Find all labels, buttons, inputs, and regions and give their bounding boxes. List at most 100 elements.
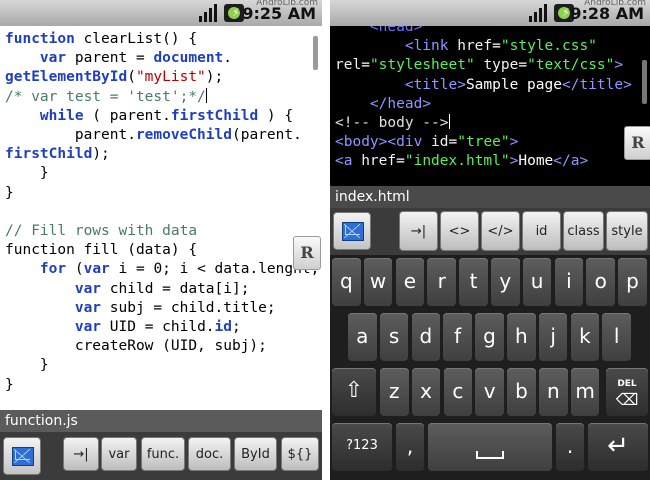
code-line: var child = data[i]; [74, 280, 250, 297]
code-editor[interactable]: function clearList() { var parent = docu… [5, 30, 320, 395]
status-bar: ⚡ AndroLib.com 9:28 AM [330, 0, 650, 26]
key-u[interactable]: u [522, 258, 552, 306]
key-h[interactable]: h [507, 313, 536, 361]
code-line: <body><div id="tree"> [335, 134, 519, 151]
code-line: while ( parent.firstChild ) { [39, 107, 294, 124]
key-s[interactable]: s [379, 313, 409, 361]
toolbar-tab-button[interactable]: →| [63, 437, 99, 471]
code-line: <!-- body --> [335, 114, 450, 132]
delete-key[interactable]: DEL ⌫ [606, 368, 648, 416]
left-screen: ⚡ AndroLib.com 9:25 AM function clearLis… [0, 0, 322, 480]
scrollbar[interactable] [642, 60, 647, 104]
mail-button[interactable] [3, 437, 41, 475]
key-e[interactable]: e [395, 258, 425, 306]
key-d[interactable]: d [411, 313, 441, 361]
enter-key[interactable]: ↵ [588, 423, 648, 471]
text-caret [448, 114, 450, 130]
key-t[interactable]: t [459, 258, 488, 306]
toolbar-id-button[interactable]: id [522, 211, 561, 251]
toolbar-tag-button[interactable]: <> [440, 211, 479, 251]
snippet-toolbar: →| <> </> id class style [330, 208, 650, 255]
key-a[interactable]: a [348, 313, 377, 361]
clock: 9:25 AM [242, 4, 316, 23]
code-line: <a href="index.html">Home</a> [335, 153, 589, 170]
toolbar-template-button[interactable]: ${} [281, 437, 319, 471]
envelope-icon [12, 447, 34, 466]
code-line: for (var i = 0; i < data.lenght; i++) { [39, 261, 320, 278]
code-line: rel="stylesheet" type="text/css"> [335, 57, 624, 74]
code-line: /* var test = 'test';*/ [5, 87, 207, 105]
code-line: createRow (UID, subj); [5, 338, 267, 355]
code-line: // Fill rows with data [5, 223, 198, 240]
r-button[interactable]: R [624, 126, 650, 160]
clock: 9:28 AM [570, 4, 644, 23]
code-line: <title>Sample page</title> [335, 76, 632, 93]
toolbar-var-button[interactable]: var [101, 437, 137, 471]
filename-bar: index.html [330, 186, 650, 208]
key-b[interactable]: b [507, 368, 536, 416]
symbols-key[interactable]: ?123 [332, 423, 392, 471]
toolbar-byid-button[interactable]: ById [234, 437, 277, 471]
filename-bar: function.js [0, 410, 322, 432]
shift-key[interactable]: ⇧ [332, 368, 376, 416]
space-key[interactable] [428, 423, 552, 471]
envelope-icon [342, 222, 364, 241]
key-c[interactable]: c [443, 368, 473, 416]
key-v[interactable]: v [475, 368, 504, 416]
code-line: <head> [335, 26, 423, 35]
code-line: function clearList() { [5, 31, 198, 47]
code-line: } [5, 376, 14, 393]
key-m[interactable]: m [570, 368, 600, 416]
code-line: var subj = child.title; [74, 299, 276, 316]
key-z[interactable]: z [380, 368, 409, 416]
backspace-icon: ⌫ [615, 390, 639, 409]
key-n[interactable]: n [539, 368, 568, 416]
key-o[interactable]: o [586, 258, 615, 306]
soft-keyboard: ?123 , . ↵ ⇧ DEL ⌫ qwertyuiop asdfghjkl zxc… [330, 255, 650, 480]
snippet-toolbar: →| var func. doc. ById ${} [0, 432, 322, 480]
status-bar: ⚡ AndroLib.com 9:25 AM [0, 0, 322, 26]
signal-icon [528, 4, 548, 22]
code-line: </head> [335, 95, 432, 112]
code-line: var parent = document. [39, 50, 233, 67]
key-i[interactable]: i [554, 258, 584, 306]
key-p[interactable]: p [618, 258, 647, 306]
key-k[interactable]: k [570, 313, 600, 361]
text-caret [205, 87, 207, 103]
code-line: var UID = child.id; [74, 319, 241, 336]
toolbar-func-button[interactable]: func. [141, 437, 185, 471]
key-q[interactable]: q [332, 258, 361, 306]
divider [322, 0, 330, 480]
toolbar-close-tag-button[interactable]: </> [481, 211, 520, 251]
period-key[interactable]: . [556, 423, 584, 471]
signal-icon [198, 4, 218, 22]
r-button[interactable]: R [293, 236, 321, 270]
shift-icon: ⇧ [344, 378, 364, 403]
mail-button[interactable] [333, 212, 371, 250]
code-line: firstChild); [5, 146, 110, 163]
code-viewport: <head> <link href="style.css" rel="styles… [330, 26, 650, 186]
code-line: <link href="style.css" [335, 38, 597, 55]
key-l[interactable]: l [602, 313, 631, 361]
key-j[interactable]: j [538, 313, 568, 361]
code-line: } [5, 165, 49, 182]
key-f[interactable]: f [443, 313, 472, 361]
code-editor[interactable]: <head> <link href="style.css" rel="styles… [335, 26, 644, 172]
comma-key[interactable]: , [396, 423, 424, 471]
toolbar-tab-button[interactable]: →| [399, 211, 438, 251]
battery-icon: ⚡ [224, 4, 244, 22]
code-line: parent.removeChild(parent. [5, 127, 302, 144]
toolbar-style-button[interactable]: style [606, 211, 648, 251]
key-x[interactable]: x [411, 368, 441, 416]
key-r[interactable]: r [427, 258, 456, 306]
code-line: } [5, 184, 14, 201]
toolbar-doc-button[interactable]: doc. [188, 437, 231, 471]
code-line: getElementById("myList"); [5, 69, 224, 86]
key-y[interactable]: y [491, 258, 520, 306]
key-w[interactable]: w [363, 258, 393, 306]
scrollbar[interactable] [313, 36, 318, 70]
toolbar-class-button[interactable]: class [563, 211, 604, 251]
key-g[interactable]: g [475, 313, 504, 361]
code-line: function fill (data) { [5, 242, 198, 259]
